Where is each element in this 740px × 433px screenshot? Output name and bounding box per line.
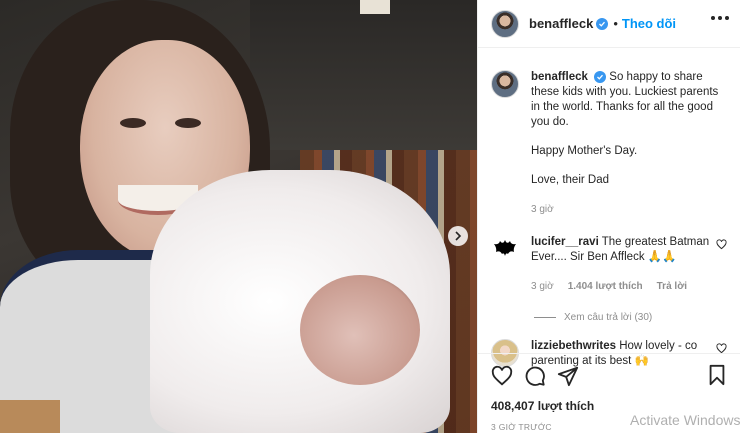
comment-time[interactable]: 3 giờ [531, 279, 554, 294]
heart-icon[interactable] [716, 239, 727, 250]
chevron-right-icon [455, 231, 462, 241]
follow-button[interactable]: Theo dõi [622, 16, 676, 31]
photo-eye [175, 118, 201, 128]
post-header: benaffleck • Theo dõi [478, 0, 740, 48]
comments-section: benaffleck So happy to share these kids … [478, 48, 740, 367]
caption-time[interactable]: 3 giờ [531, 202, 554, 217]
comment-body: lucifer__ravi The greatest Batman Ever..… [531, 235, 726, 294]
view-replies-button[interactable]: Xem câu trả lời (30) [534, 312, 727, 323]
activate-windows-watermark: Activate Windows [630, 412, 740, 428]
avatar[interactable] [491, 70, 519, 98]
bookmark-icon[interactable] [706, 364, 728, 386]
likes-count[interactable]: 408,407 lượt thích [491, 399, 728, 413]
heart-icon[interactable] [491, 365, 513, 387]
comment-username[interactable]: lucifer__ravi [531, 236, 599, 248]
verified-badge-icon [596, 17, 609, 30]
comment-username[interactable]: lizziebethwrites [531, 340, 616, 352]
caption-body: benaffleck So happy to share these kids … [531, 70, 726, 217]
comment-meta: 3 giờ 1.404 lượt thích Trả lời [531, 279, 726, 294]
view-replies-label: Xem câu trả lời (30) [564, 312, 653, 323]
share-icon[interactable] [557, 365, 579, 387]
photo-frame [360, 0, 390, 14]
verified-badge-icon [594, 71, 607, 83]
caption-line: Love, their Dad [531, 174, 609, 186]
photo-baby [300, 275, 420, 385]
separator: • [613, 16, 618, 31]
more-options-icon[interactable] [711, 16, 729, 20]
caption-username[interactable]: benaffleck [531, 71, 588, 83]
divider [534, 317, 556, 318]
photo-detail [0, 400, 60, 433]
next-photo-button[interactable] [448, 226, 468, 246]
caption-meta: 3 giờ [531, 202, 726, 217]
avatar[interactable] [491, 9, 519, 38]
reply-button[interactable]: Trả lời [657, 279, 687, 294]
post-side-panel: benaffleck • Theo dõi benaffleck So happ… [477, 0, 740, 433]
comment-item: lucifer__ravi The greatest Batman Ever..… [491, 235, 727, 294]
photo-eye [120, 118, 146, 128]
avatar[interactable] [491, 235, 519, 263]
post-photo[interactable] [0, 0, 477, 433]
comment-icon[interactable] [524, 365, 546, 387]
batman-logo-icon [494, 240, 516, 256]
caption-line: Happy Mother's Day. [531, 145, 638, 157]
header-username[interactable]: benaffleck [529, 16, 593, 31]
photo-background [250, 0, 477, 150]
comment-likes[interactable]: 1.404 lượt thích [568, 279, 643, 294]
action-bar [491, 364, 728, 388]
caption: benaffleck So happy to share these kids … [491, 70, 727, 217]
